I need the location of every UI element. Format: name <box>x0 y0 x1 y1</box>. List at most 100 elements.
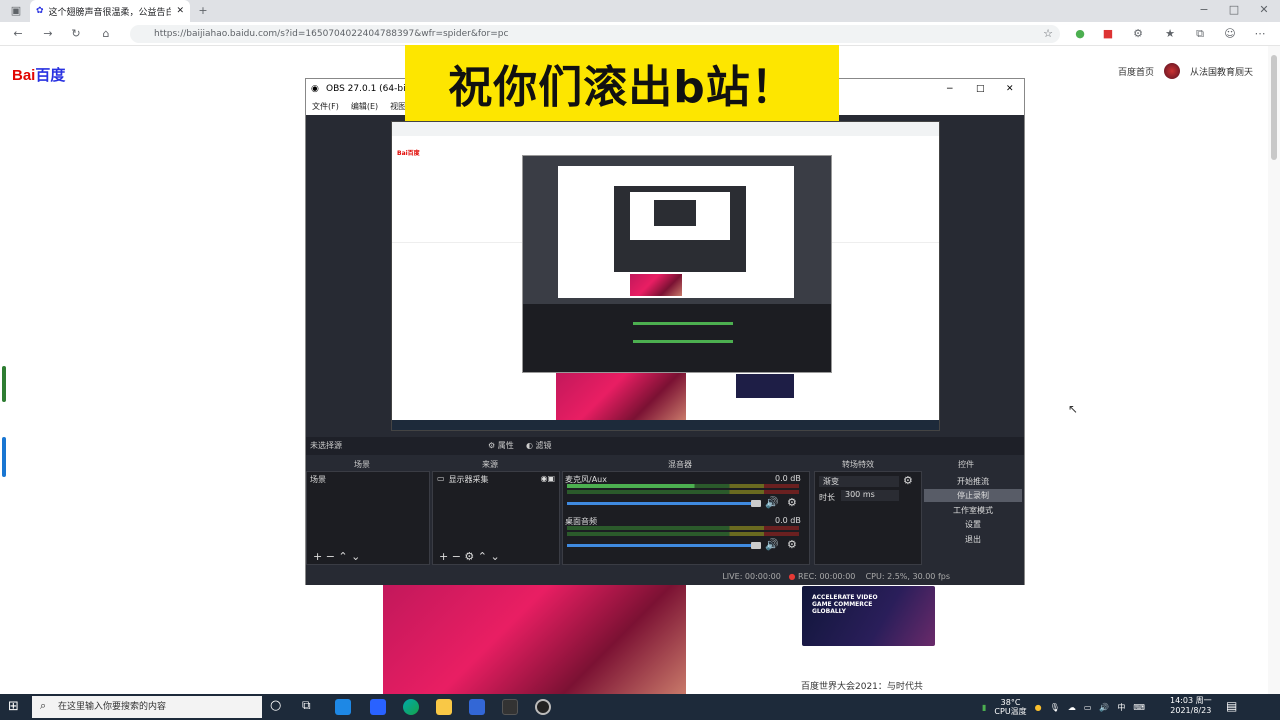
source-toolbar-icons[interactable]: + − ⚙ ⌃ ⌄ <box>439 550 500 563</box>
cortana-icon[interactable]: ○ <box>270 698 281 713</box>
desktop-volume-slider[interactable] <box>567 544 757 547</box>
task-view-icon[interactable]: ⧉ <box>302 698 311 713</box>
settings-button[interactable]: 设置 <box>924 518 1022 531</box>
desktop-volume-knob[interactable] <box>751 542 761 549</box>
mic-tray-icon[interactable]: 🎙 <box>1050 703 1060 712</box>
mic-volume-slider[interactable] <box>567 502 757 505</box>
new-tab-icon[interactable]: + <box>195 3 211 19</box>
reload-icon[interactable]: ↻ <box>68 26 84 42</box>
favorites-icon[interactable]: ★ <box>1162 26 1178 42</box>
rec-status: REC: 00:00:00 <box>798 572 856 581</box>
menu-edit[interactable]: 编辑(E) <box>351 99 378 115</box>
windows-start-icon[interactable]: ⊞ <box>8 699 19 714</box>
ime-icon[interactable]: 中 <box>1117 702 1125 713</box>
lock-icon[interactable]: ▣ <box>547 474 555 485</box>
stop-recording-button[interactable]: 停止录制 <box>924 489 1022 502</box>
menu-file[interactable]: 文件(F) <box>312 99 339 115</box>
taskbar-search[interactable]: 在这里输入你要搜索的内容 <box>32 696 262 718</box>
url-bar[interactable]: https://baijiahao.baidu.com/s?id=1650704… <box>130 25 1060 43</box>
mic-speaker-icon[interactable]: 🔊 <box>765 496 779 509</box>
mail-icon[interactable] <box>370 699 386 715</box>
minimize-icon[interactable]: − <box>1196 2 1212 18</box>
cloud-icon[interactable]: ☁ <box>1068 703 1076 712</box>
maximize-icon[interactable]: □ <box>1226 2 1242 18</box>
transition-select[interactable]: 渐变 <box>819 476 899 487</box>
volume-icon[interactable]: 🔊 <box>1099 703 1109 712</box>
baidu-paw-icon: ✿ <box>36 6 44 16</box>
transitions-dock: 渐变 ⚙ 时长 300 ms <box>814 471 922 565</box>
keyboard-icon[interactable]: ⌨ <box>1133 703 1145 712</box>
ie-icon[interactable] <box>335 699 351 715</box>
desktop-gear-icon[interactable]: ⚙ <box>787 538 797 551</box>
mic-meter-2 <box>567 490 799 494</box>
scrollbar-thumb[interactable] <box>1271 55 1277 160</box>
properties-button[interactable]: ⚙ 属性 <box>488 437 514 455</box>
obs-close-icon[interactable]: ✕ <box>1006 79 1014 99</box>
source-item[interactable]: ▭ 显示器采集 ◉ ▣ <box>437 474 555 485</box>
file-explorer-icon[interactable] <box>436 699 452 715</box>
window-menu-icon[interactable]: ▣ <box>8 3 24 19</box>
home-link[interactable]: 百度首页 <box>1118 65 1154 78</box>
exit-button[interactable]: 退出 <box>924 533 1022 546</box>
logo-text-du: 百度 <box>35 67 66 84</box>
scene-item[interactable]: 场景 <box>310 474 326 485</box>
preview-pink-image <box>556 372 686 420</box>
mic-volume-knob[interactable] <box>751 500 761 507</box>
preview-taskbar <box>392 420 939 430</box>
article-image <box>383 585 686 695</box>
nested-deep-preview <box>630 192 730 240</box>
collections-icon[interactable]: ⧉ <box>1192 26 1208 42</box>
extension-icon[interactable]: ● <box>1072 26 1088 42</box>
taskbar-clock[interactable]: 14:03 周一 2021/8/23 <box>1170 696 1212 716</box>
live-status: LIVE: 00:00:00 <box>722 572 781 581</box>
back-icon[interactable]: ← <box>10 26 26 42</box>
baidu-logo[interactable]: Bai百度 <box>12 64 65 85</box>
close-tab-icon[interactable]: ✕ <box>176 6 184 16</box>
sources-header: 来源 <box>482 460 498 469</box>
nested-meter <box>633 322 733 325</box>
desktop-speaker-icon[interactable]: 🔊 <box>765 538 779 551</box>
obs-logo-icon: ◉ <box>311 84 319 94</box>
preview-browser-bar <box>392 122 939 136</box>
preview-baidu-logo: Bai百度 <box>397 150 420 157</box>
weather-icon[interactable]: ● <box>1035 703 1042 712</box>
mic-gear-icon[interactable]: ⚙ <box>787 496 797 509</box>
notification-icon[interactable]: ▤ <box>1226 699 1237 713</box>
app-icon[interactable] <box>502 699 518 715</box>
obs-minimize-icon[interactable]: − <box>946 79 954 99</box>
extension-red-icon[interactable]: ■ <box>1100 26 1116 42</box>
user-link[interactable]: 从法国教育厕天 <box>1190 65 1253 78</box>
duration-input[interactable]: 300 ms <box>841 490 899 501</box>
nested-browser <box>558 166 794 298</box>
browser-tab[interactable]: ✿ 这个翅膀声音很温柔，公益告白 ✕ <box>30 0 190 22</box>
avatar[interactable] <box>1164 63 1181 79</box>
profile-icon[interactable]: ☺ <box>1222 26 1238 42</box>
extensions-icon[interactable]: ⚙ <box>1130 26 1146 42</box>
controls-header: 控件 <box>958 460 974 469</box>
nested-pink <box>630 274 682 296</box>
start-streaming-button[interactable]: 开始推流 <box>924 475 1022 488</box>
bookmark-star-icon[interactable]: ☆ <box>1040 26 1056 42</box>
obs-taskbar-icon[interactable] <box>535 699 551 715</box>
obs-maximize-icon[interactable]: □ <box>976 79 985 99</box>
obs-status-bar: LIVE: 00:00:00 ● REC: 00:00:00 CPU: 2.5%… <box>306 569 1024 585</box>
scene-add-icon[interactable]: + − ⌃ ⌄ <box>313 550 360 563</box>
filters-button[interactable]: ◐ 滤镜 <box>526 437 552 455</box>
rec-dot-icon: ● <box>788 572 796 581</box>
related-caption[interactable]: 百度世界大会2021：与时代共 <box>801 679 923 692</box>
store-icon[interactable] <box>469 699 485 715</box>
eye-icon[interactable]: ◉ <box>540 474 547 485</box>
duration-label: 时长 <box>819 493 835 502</box>
source-item-label: 显示器采集 <box>448 475 489 484</box>
cpu-temp[interactable]: 38°C CPU温度 <box>994 698 1026 716</box>
more-menu-icon[interactable]: ⋯ <box>1252 26 1268 42</box>
forward-icon[interactable]: → <box>40 26 56 42</box>
obs-preview[interactable]: Bai百度 <box>391 121 940 431</box>
transition-gear-icon[interactable]: ⚙ <box>903 474 913 487</box>
studio-mode-button[interactable]: 工作室模式 <box>924 504 1022 517</box>
network-icon[interactable]: ▭ <box>1084 703 1092 712</box>
close-window-icon[interactable]: ✕ <box>1256 2 1272 18</box>
home-icon[interactable]: ⌂ <box>98 26 114 42</box>
battery-icon[interactable]: ▮ <box>982 703 986 712</box>
edge-icon[interactable] <box>403 699 419 715</box>
